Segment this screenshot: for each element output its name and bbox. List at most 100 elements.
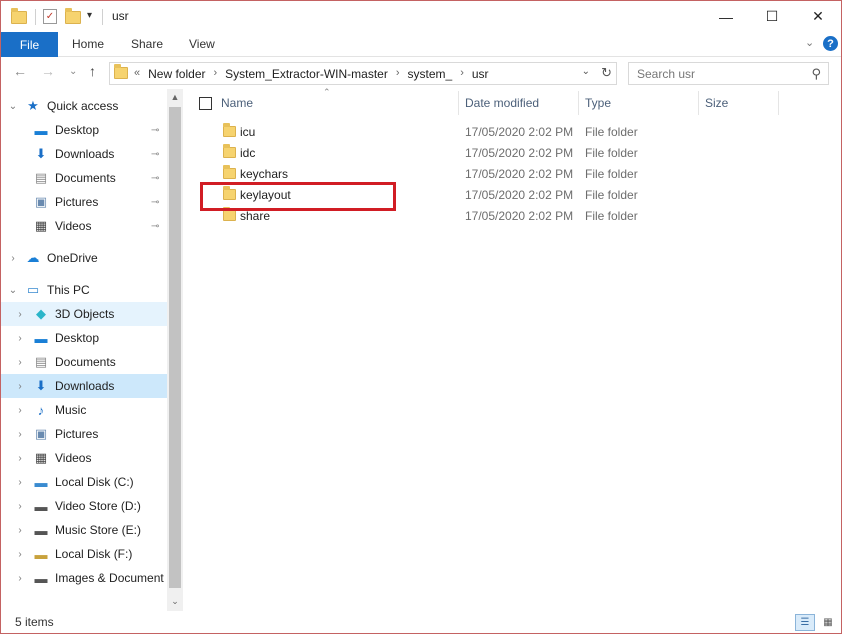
chevron-right-icon[interactable]: › xyxy=(460,67,464,81)
drive-icon: ▬ xyxy=(34,570,48,586)
chevron-right-icon[interactable]: › xyxy=(15,429,25,440)
column-header-size[interactable]: Size xyxy=(705,89,775,117)
scroll-down-icon[interactable]: ⌄ xyxy=(167,593,183,609)
column-header-type[interactable]: Type xyxy=(585,89,695,117)
breadcrumb-system-extractor[interactable]: System_Extractor-WIN-master xyxy=(225,67,388,81)
chevron-right-icon[interactable]: › xyxy=(15,477,25,488)
chevron-right-icon[interactable]: › xyxy=(8,253,18,264)
sidebar-item[interactable]: › ▬ Local Disk (F:) xyxy=(1,542,167,566)
scroll-thumb[interactable] xyxy=(169,107,181,588)
chevron-right-icon[interactable]: › xyxy=(15,381,25,392)
sidebar-item[interactable]: ⬇ Downloads ⊸ xyxy=(1,142,167,166)
sidebar-scrollbar[interactable]: ▲ ⌄ xyxy=(167,89,183,611)
sidebar-item[interactable]: › ▬ Desktop xyxy=(1,326,167,350)
expand-ribbon-icon[interactable]: ⌄ xyxy=(805,36,814,49)
refresh-icon[interactable]: ↻ xyxy=(601,65,612,81)
chevron-right-icon[interactable]: › xyxy=(15,549,25,560)
chevron-right-icon[interactable]: › xyxy=(213,67,217,81)
tab-share[interactable]: Share xyxy=(131,37,163,51)
recent-locations-button[interactable]: ⌄ xyxy=(69,66,77,77)
chevron-right-icon[interactable]: › xyxy=(15,333,25,344)
breadcrumb-usr[interactable]: usr xyxy=(472,67,489,81)
sidebar-item[interactable]: › ◆ 3D Objects xyxy=(1,302,167,326)
details-view-icon[interactable]: ☰ xyxy=(795,614,815,631)
sidebar-item-label: Images & Document xyxy=(55,571,164,585)
breadcrumb: « New folder › System_Extractor-WIN-mast… xyxy=(134,67,489,81)
back-button[interactable]: ← xyxy=(13,63,27,79)
file-row[interactable]: icu 17/05/2020 2:02 PM File folder xyxy=(183,122,841,143)
sidebar-item[interactable]: › ▣ Pictures xyxy=(1,422,167,446)
forward-button[interactable]: → xyxy=(41,63,55,79)
chevron-right-icon[interactable]: › xyxy=(15,501,25,512)
search-input[interactable]: Search usr xyxy=(637,67,695,81)
chevron-right-icon[interactable]: › xyxy=(15,357,25,368)
sidebar-item[interactable]: ▬ Desktop ⊸ xyxy=(1,118,167,142)
chevron-down-icon[interactable]: ⌄ xyxy=(8,101,18,112)
sidebar-item[interactable]: › ▬ Music Store (E:) xyxy=(1,518,167,542)
sidebar-item[interactable]: › ⬇ Downloads xyxy=(1,374,167,398)
title-bar: ✓ ▾ usr — ☐ ✕ xyxy=(1,1,841,32)
chevron-right-icon[interactable]: › xyxy=(15,405,25,416)
sidebar-item[interactable]: ▣ Pictures ⊸ xyxy=(1,190,167,214)
pin-icon[interactable]: ⊸ xyxy=(151,173,159,184)
pin-icon[interactable]: ⊸ xyxy=(151,125,159,136)
sidebar-item[interactable]: › ▬ Video Store (D:) xyxy=(1,494,167,518)
chevron-right-icon[interactable]: › xyxy=(396,67,400,81)
search-icon[interactable]: ⚲ xyxy=(811,66,821,82)
up-button[interactable]: ↑ xyxy=(89,63,96,79)
tab-file[interactable]: File xyxy=(1,32,58,57)
tab-view[interactable]: View xyxy=(189,37,215,51)
scroll-up-icon[interactable]: ▲ xyxy=(167,89,183,105)
column-header-name[interactable]: Name xyxy=(221,89,457,117)
help-icon[interactable]: ? xyxy=(823,36,838,51)
column-header-date-modified[interactable]: Date modified xyxy=(465,89,575,117)
large-icons-view-icon[interactable]: ▦ xyxy=(819,614,837,631)
tab-home[interactable]: Home xyxy=(72,37,104,51)
address-bar[interactable]: « New folder › System_Extractor-WIN-mast… xyxy=(109,62,617,85)
file-name[interactable]: idc xyxy=(240,146,255,160)
sidebar-item[interactable]: › ☁ OneDrive xyxy=(1,246,167,270)
select-all-checkbox[interactable] xyxy=(199,97,212,110)
column-divider[interactable] xyxy=(698,91,699,115)
column-divider[interactable] xyxy=(458,91,459,115)
file-date-modified: 17/05/2020 2:02 PM xyxy=(465,167,574,181)
breadcrumb-system[interactable]: system_ xyxy=(408,67,453,81)
pin-icon[interactable]: ⊸ xyxy=(151,149,159,160)
chevron-right-icon[interactable]: › xyxy=(15,573,25,584)
file-name[interactable]: share xyxy=(240,209,270,223)
sidebar-item[interactable]: ▤ Documents ⊸ xyxy=(1,166,167,190)
chevron-right-icon[interactable]: › xyxy=(15,309,25,320)
chevron-down-icon[interactable]: ⌄ xyxy=(8,285,18,296)
maximize-button[interactable]: ☐ xyxy=(749,1,795,32)
search-box[interactable]: Search usr ⚲ xyxy=(628,62,829,85)
pin-icon[interactable]: ⊸ xyxy=(151,197,159,208)
sidebar-item-label: Quick access xyxy=(47,99,119,113)
sidebar-item[interactable]: ⌄ ▭ This PC xyxy=(1,278,167,302)
customize-toolbar-icon[interactable]: ▾ xyxy=(87,10,92,21)
sidebar-item[interactable]: ▦ Videos ⊸ xyxy=(1,214,167,238)
sidebar-item[interactable]: › ▤ Documents xyxy=(1,350,167,374)
sidebar-item[interactable]: ⌄ ★ Quick access xyxy=(1,94,167,118)
chevron-right-icon[interactable]: › xyxy=(15,453,25,464)
new-folder-icon[interactable] xyxy=(65,8,81,24)
minimize-button[interactable]: — xyxy=(703,1,749,32)
column-divider[interactable] xyxy=(578,91,579,115)
file-row[interactable]: idc 17/05/2020 2:02 PM File folder xyxy=(183,143,841,164)
file-name[interactable]: icu xyxy=(240,125,255,139)
sidebar-item-label: Music Store (E:) xyxy=(55,523,142,537)
sidebar-item[interactable]: › ▬ Images & Document xyxy=(1,566,167,590)
close-button[interactable]: ✕ xyxy=(795,1,841,32)
pin-icon[interactable]: ⊸ xyxy=(151,221,159,232)
file-name[interactable]: keychars xyxy=(240,167,288,181)
column-divider[interactable] xyxy=(778,91,779,115)
sidebar-item[interactable]: › ▦ Videos xyxy=(1,446,167,470)
file-date-modified: 17/05/2020 2:02 PM xyxy=(465,146,574,160)
chevron-down-icon[interactable]: ⌄ xyxy=(582,66,590,77)
breadcrumb-new-folder[interactable]: New folder xyxy=(148,67,205,81)
sidebar-item[interactable]: › ♪ Music xyxy=(1,398,167,422)
overflow-icon[interactable]: « xyxy=(134,67,140,81)
chevron-right-icon[interactable]: › xyxy=(15,525,25,536)
properties-check-icon[interactable]: ✓ xyxy=(43,9,57,24)
sidebar-item-label: Videos xyxy=(55,219,92,233)
sidebar-item[interactable]: › ▬ Local Disk (C:) xyxy=(1,470,167,494)
